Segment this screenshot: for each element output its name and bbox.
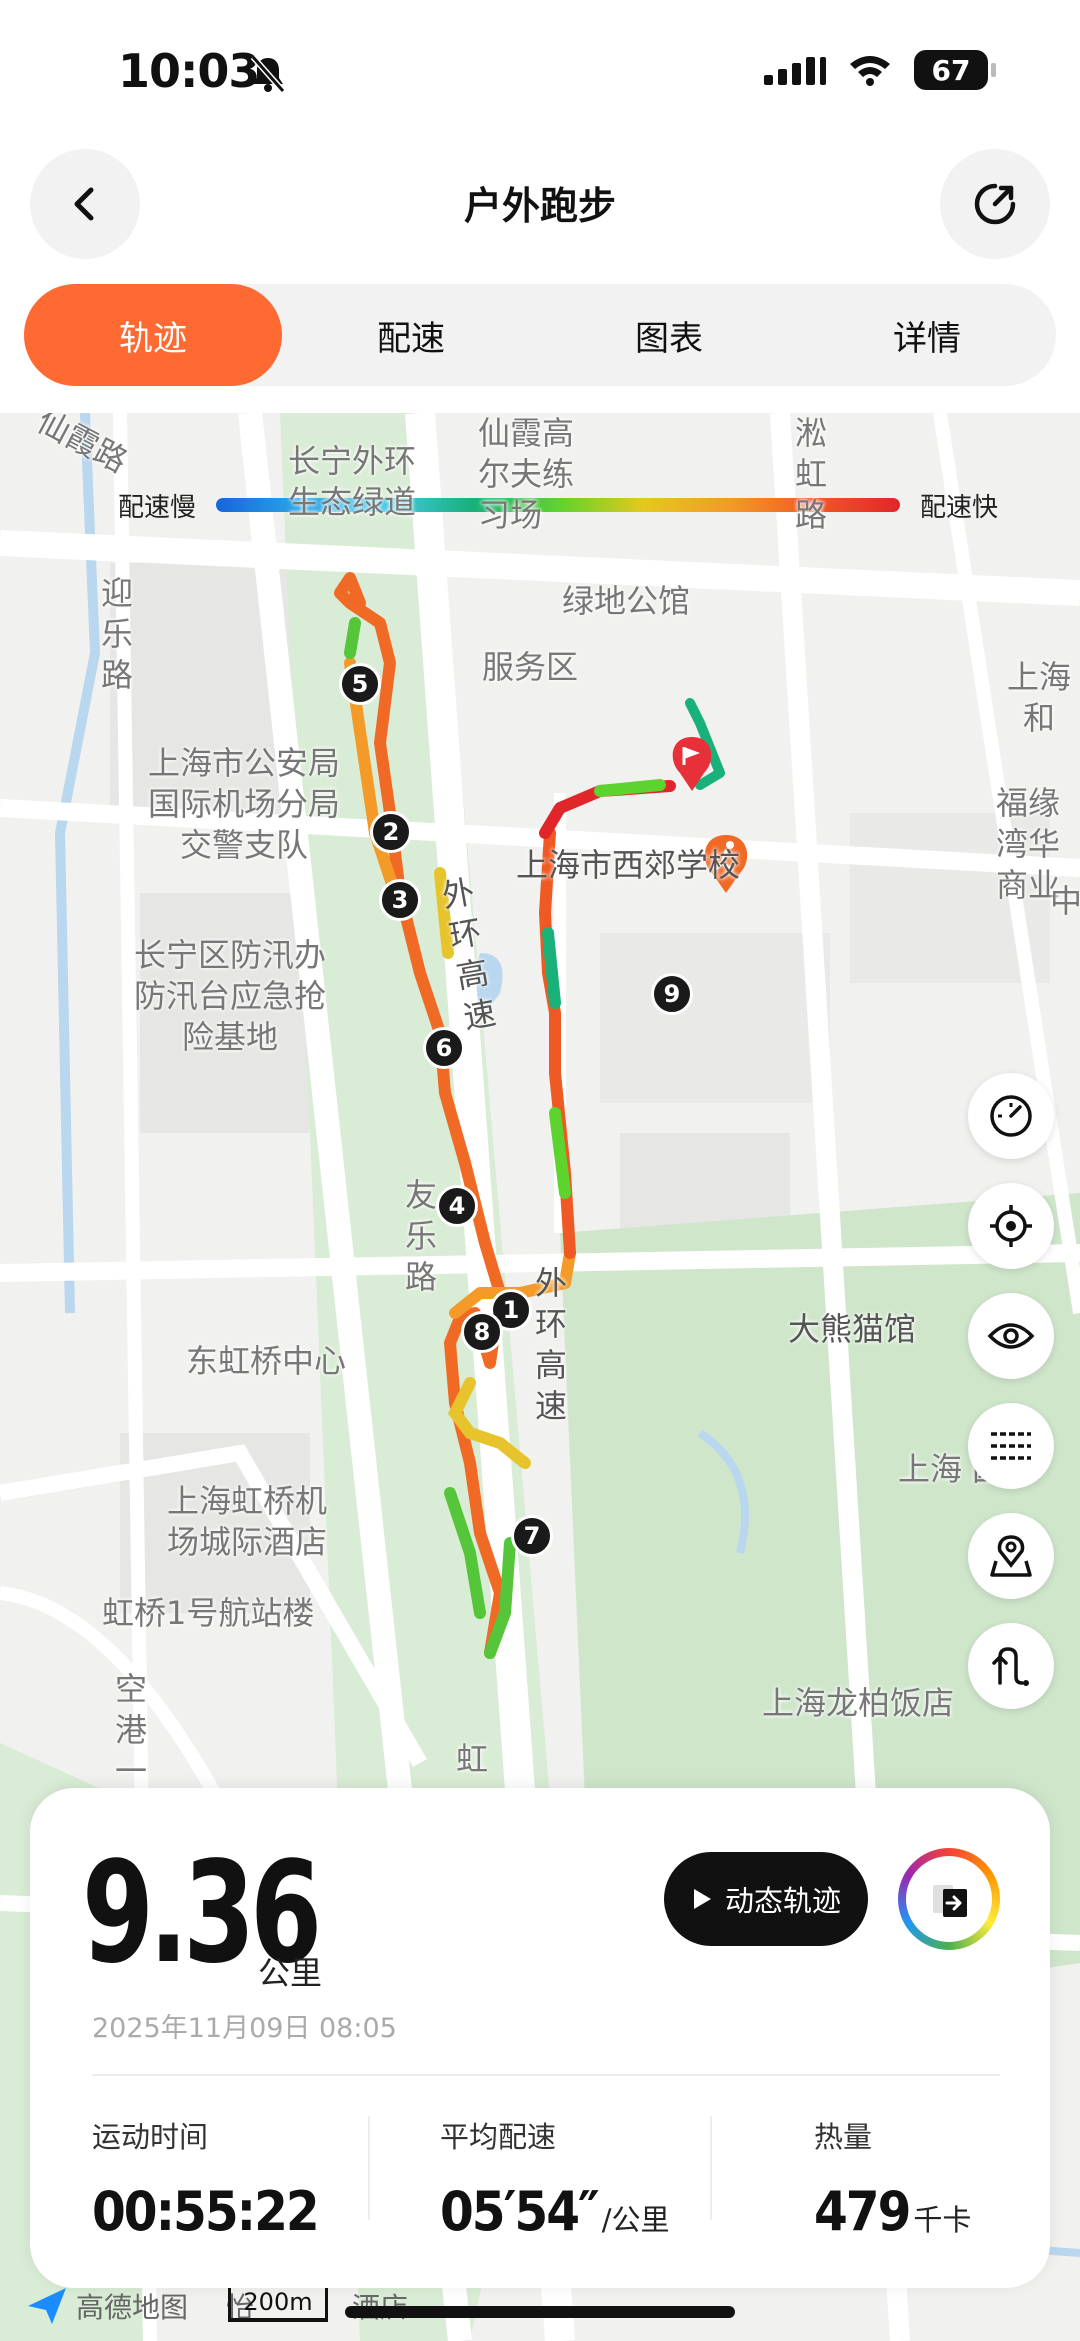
- eye-icon: [987, 1323, 1035, 1349]
- workout-summary-card: 9.36 公里 2025年11月09日 08:05 动态轨迹 运动时间 00:5…: [30, 1788, 1050, 2288]
- map-label: 服务区: [482, 648, 579, 686]
- battery-icon: 67: [914, 50, 996, 90]
- play-icon: [693, 1889, 711, 1909]
- wifi-icon: [850, 56, 890, 86]
- status-time: 10:03: [118, 44, 260, 98]
- legend-slow-label: 配速慢: [118, 492, 197, 523]
- stat-separator: [710, 2116, 712, 2220]
- pace-value: 05′54″: [440, 2180, 600, 2243]
- calories-label: 热量: [814, 2120, 873, 2154]
- map-label: 淞虹路: [794, 414, 827, 534]
- amap-provider-label: 高德地图: [76, 2291, 189, 2324]
- calories-unit: 千卡: [913, 2203, 972, 2237]
- km-marker[interactable]: 5: [339, 663, 381, 705]
- layers-button[interactable]: [968, 1403, 1054, 1489]
- pace-stat: 平均配速 05′54″ /公里: [440, 2114, 670, 2243]
- km-marker[interactable]: 4: [436, 1185, 478, 1227]
- map-pin-icon: [990, 1535, 1032, 1577]
- km-marker[interactable]: 7: [511, 1515, 553, 1557]
- calories-value: 479: [814, 2180, 911, 2243]
- map-label: 外环高速: [534, 1264, 567, 1425]
- route-button[interactable]: [968, 1623, 1054, 1709]
- map-label: 上海市西郊学校: [516, 846, 741, 884]
- tab-chart[interactable]: 图表: [540, 284, 798, 386]
- export-button[interactable]: [898, 1848, 1000, 1950]
- map-label: 长宁外环生态绿道: [288, 442, 417, 521]
- map-label: 大熊猫馆: [788, 1310, 917, 1348]
- distance-unit: 公里: [258, 1954, 323, 1992]
- locate-icon: [990, 1205, 1032, 1247]
- map-label: 上海龙柏饭店: [762, 1684, 955, 1722]
- mute-bell-icon: [250, 55, 286, 93]
- divider: [92, 2074, 1000, 2076]
- share-icon: [974, 183, 1016, 225]
- map-label: 上海虹桥机场城际酒店: [166, 1482, 327, 1561]
- duration-stat: 运动时间 00:55:22: [92, 2114, 320, 2243]
- workout-date: 2025年11月09日 08:05: [92, 2013, 397, 2044]
- map-label: 上海市公安局国际机场分局交警支队: [147, 744, 340, 864]
- stat-separator: [368, 2116, 370, 2220]
- tab-pace[interactable]: 配速: [282, 284, 540, 386]
- cellular-signal-icon: [764, 55, 826, 85]
- visibility-button[interactable]: [968, 1293, 1054, 1379]
- km-marker[interactable]: 8: [461, 1311, 503, 1353]
- status-bar: 10:03 67: [0, 0, 1080, 140]
- km-marker[interactable]: 9: [651, 973, 693, 1015]
- map-label: 友乐路: [404, 1176, 437, 1296]
- share-button[interactable]: [940, 149, 1050, 259]
- amap-logo-icon: [28, 2288, 66, 2324]
- map-label: 虹桥1号航站楼: [102, 1594, 315, 1632]
- replay-track-button[interactable]: 动态轨迹: [664, 1852, 868, 1946]
- locate-button[interactable]: [968, 1183, 1054, 1269]
- map-label: 东虹桥中心: [186, 1342, 347, 1380]
- km-marker[interactable]: 6: [423, 1027, 465, 1069]
- speedometer-icon: [990, 1095, 1032, 1137]
- map-label: 仙霞高尔夫练习场: [478, 414, 575, 534]
- duration-label: 运动时间: [92, 2120, 209, 2154]
- export-icon: [933, 1885, 967, 1917]
- tab-track[interactable]: 轨迹: [24, 284, 282, 386]
- view-tabs: 轨迹 配速 图表 详情: [24, 284, 1056, 386]
- map-label: 空港一: [114, 1670, 147, 1790]
- map-label: 虹: [456, 1740, 489, 1778]
- pace-label: 平均配速: [440, 2120, 557, 2154]
- header: 户外跑步: [0, 145, 1080, 261]
- replay-track-label: 动态轨迹: [724, 1884, 841, 1918]
- calories-stat: 热量 479 千卡: [814, 2114, 971, 2243]
- layers-icon: [991, 1432, 1031, 1460]
- tab-details[interactable]: 详情: [798, 284, 1056, 386]
- speedometer-button[interactable]: [968, 1073, 1054, 1159]
- map-label: 绿地公馆: [562, 582, 691, 620]
- map-label: 中: [1050, 882, 1080, 920]
- pace-unit: /公里: [601, 2203, 670, 2237]
- page-title: 户外跑步: [463, 184, 616, 228]
- km-marker[interactable]: 2: [370, 811, 412, 853]
- km-marker[interactable]: 3: [379, 879, 421, 921]
- route-icon: [992, 1647, 1029, 1686]
- home-indicator[interactable]: [345, 2306, 735, 2318]
- map-label: 迎乐路: [100, 574, 133, 694]
- duration-value: 00:55:22: [92, 2180, 320, 2243]
- map-pin-button[interactable]: [968, 1513, 1054, 1599]
- map-label: 长宁区防汛办防汛台应急抢险基地: [133, 936, 326, 1056]
- map-scale: 200m: [228, 2288, 328, 2322]
